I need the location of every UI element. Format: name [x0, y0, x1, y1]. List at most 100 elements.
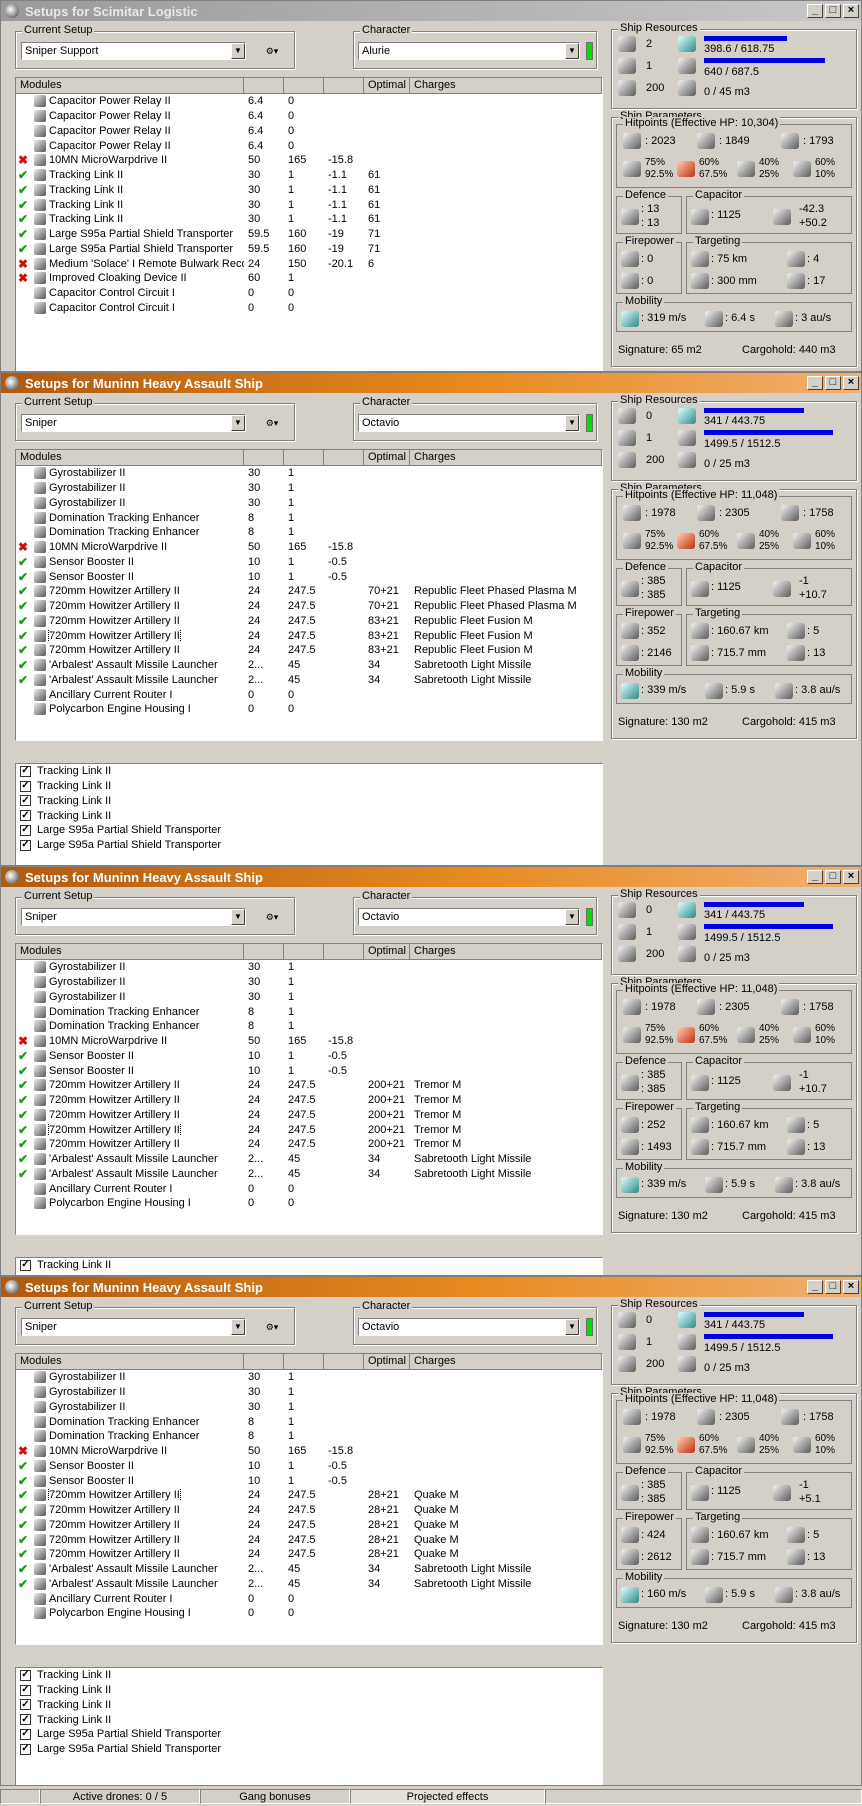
modules-header[interactable]: Modules — [16, 944, 244, 959]
charges-header[interactable]: Charges — [410, 944, 602, 959]
optimal-header[interactable]: Optimal — [364, 944, 410, 959]
chevron-down-icon[interactable]: ▼ — [231, 1319, 245, 1335]
setup-tools-icon[interactable]: ⚙▾ — [256, 414, 288, 432]
module-row[interactable]: Gyrostabilizer II 30 1 — [16, 1385, 602, 1400]
charges-header[interactable]: Charges — [410, 78, 602, 93]
chevron-down-icon[interactable]: ▼ — [231, 43, 245, 59]
check-icon[interactable]: ✔ — [16, 212, 30, 226]
check-icon[interactable]: ✔ — [16, 1577, 30, 1591]
module-row[interactable]: Polycarbon Engine Housing I 0 0 — [16, 1196, 602, 1211]
setup-tools-icon[interactable]: ⚙▾ — [256, 1318, 288, 1336]
checkbox[interactable]: ✓ — [20, 1669, 31, 1681]
module-row[interactable]: ✔ 720mm Howitzer Artillery II 24 247.5 70+21… — [16, 584, 602, 599]
module-row[interactable]: ✔ 720mm Howitzer Artillery II 24 247.5 200+2… — [16, 1093, 602, 1108]
checkbox[interactable]: ✓ — [20, 1259, 31, 1271]
module-row[interactable]: Gyrostabilizer II 30 1 — [16, 496, 602, 511]
minimize-button[interactable]: _ — [807, 4, 823, 18]
module-row[interactable]: ✔ 720mm Howitzer Artillery II 24 247.5 83+21… — [16, 614, 602, 629]
checkbox[interactable]: ✓ — [20, 1684, 31, 1696]
character-dropdown[interactable]: Octavio ▼ — [358, 414, 580, 432]
capacitor-header-icon[interactable] — [324, 450, 364, 465]
check-icon[interactable]: ✔ — [16, 1049, 30, 1063]
module-row[interactable]: ✔ Tracking Link II 30 1 -1.1 61 — [16, 168, 602, 183]
chevron-down-icon[interactable]: ▼ — [565, 909, 579, 925]
cpu-header-icon[interactable] — [244, 1354, 284, 1369]
check-icon[interactable]: ✔ — [16, 1078, 30, 1092]
projected-item[interactable]: ✓ Large S95a Partial Shield Transporter — [16, 1727, 602, 1742]
module-row[interactable]: Domination Tracking Enhancer 8 1 — [16, 1019, 602, 1034]
module-row[interactable]: ✔ Sensor Booster II 10 1 -0.5 — [16, 569, 602, 584]
projected-effects-tab[interactable]: Projected effects — [350, 1789, 545, 1804]
character-dropdown[interactable]: Octavio ▼ — [358, 908, 580, 926]
check-icon[interactable]: ✔ — [16, 1064, 30, 1078]
check-icon[interactable]: ✔ — [16, 1474, 30, 1488]
module-row[interactable]: Domination Tracking Enhancer 8 1 — [16, 510, 602, 525]
checkbox[interactable]: ✓ — [20, 824, 31, 836]
check-icon[interactable]: ✔ — [16, 584, 30, 598]
check-icon[interactable]: ✔ — [16, 168, 30, 182]
module-row[interactable]: ✔ 720mm Howitzer Artillery II 24 247.5 200+2… — [16, 1108, 602, 1123]
maximize-button[interactable]: □ — [825, 870, 841, 884]
module-row[interactable]: Capacitor Control Circuit I 0 0 — [16, 286, 602, 301]
chevron-down-icon[interactable]: ▼ — [565, 1319, 579, 1335]
modules-header[interactable]: Modules — [16, 78, 244, 93]
check-icon[interactable]: ✔ — [16, 1152, 30, 1166]
close-button[interactable]: × — [843, 1280, 859, 1294]
maximize-button[interactable]: □ — [825, 4, 841, 18]
cross-icon[interactable]: ✖ — [16, 271, 30, 285]
module-row[interactable]: ✔ Large S95a Partial Shield Transporter 59… — [16, 242, 602, 257]
check-icon[interactable]: ✔ — [16, 1093, 30, 1107]
setup-dropdown[interactable]: Sniper ▼ — [21, 1318, 246, 1336]
module-row[interactable]: Gyrostabilizer II 30 1 — [16, 975, 602, 990]
module-row[interactable]: ✖ Medium 'Solace' I Remote Bulwark Reco..… — [16, 256, 602, 271]
capacitor-header-icon[interactable] — [324, 1354, 364, 1369]
setup-tools-icon[interactable]: ⚙▾ — [256, 908, 288, 926]
modules-header[interactable]: Modules — [16, 1354, 244, 1369]
close-button[interactable]: × — [843, 376, 859, 390]
module-row[interactable]: Ancillary Current Router I 0 0 — [16, 687, 602, 702]
check-icon[interactable]: ✔ — [16, 643, 30, 657]
module-row[interactable]: ✔ Large S95a Partial Shield Transporter 59… — [16, 227, 602, 242]
close-button[interactable]: × — [843, 870, 859, 884]
module-row[interactable]: ✔ Sensor Booster II 10 1 -0.5 — [16, 1063, 602, 1078]
projected-item[interactable]: ✓ Tracking Link II — [16, 1258, 602, 1273]
check-icon[interactable]: ✔ — [16, 227, 30, 241]
module-row[interactable]: ✔ 'Arbalest' Assault Missile Launcher 2...… — [16, 1152, 602, 1167]
module-row[interactable]: ✔ 'Arbalest' Assault Missile Launcher 2...… — [16, 673, 602, 688]
module-row[interactable]: ✔ 720mm Howitzer Artillery II 24 247.5 28+21… — [16, 1488, 602, 1503]
powergrid-header-icon[interactable] — [284, 78, 324, 93]
modules-header[interactable]: Modules — [16, 450, 244, 465]
character-dropdown[interactable]: Octavio ▼ — [358, 1318, 580, 1336]
checkbox[interactable]: ✓ — [20, 1728, 31, 1740]
check-icon[interactable]: ✔ — [16, 614, 30, 628]
module-row[interactable]: ✔ 720mm Howitzer Artillery II 24 247.5 28+21… — [16, 1532, 602, 1547]
projected-item[interactable]: ✓ Large S95a Partial Shield Transporter — [16, 823, 602, 838]
check-icon[interactable]: ✔ — [16, 1518, 30, 1532]
check-icon[interactable]: ✔ — [16, 183, 30, 197]
check-icon[interactable]: ✔ — [16, 242, 30, 256]
check-icon[interactable]: ✔ — [16, 1503, 30, 1517]
module-row[interactable]: ✔ Sensor Booster II 10 1 -0.5 — [16, 1459, 602, 1474]
module-row[interactable]: Gyrostabilizer II 30 1 — [16, 1370, 602, 1385]
module-row[interactable]: ✔ 'Arbalest' Assault Missile Launcher 2...… — [16, 1562, 602, 1577]
module-row[interactable]: ✖ 10MN MicroWarpdrive II 50 165 -15.8 — [16, 1034, 602, 1049]
cpu-header-icon[interactable] — [244, 944, 284, 959]
minimize-button[interactable]: _ — [807, 1280, 823, 1294]
projected-item[interactable]: ✓ Tracking Link II — [16, 764, 602, 779]
module-row[interactable]: Polycarbon Engine Housing I 0 0 — [16, 1606, 602, 1621]
projected-item[interactable]: ✓ Tracking Link II — [16, 1668, 602, 1683]
module-row[interactable]: Gyrostabilizer II 30 1 — [16, 960, 602, 975]
module-row[interactable]: ✔ Tracking Link II 30 1 -1.1 61 — [16, 212, 602, 227]
check-icon[interactable]: ✔ — [16, 658, 30, 672]
module-row[interactable]: ✔ Tracking Link II 30 1 -1.1 61 — [16, 183, 602, 198]
check-icon[interactable]: ✔ — [16, 570, 30, 584]
module-row[interactable]: ✖ Improved Cloaking Device II 60 1 — [16, 271, 602, 286]
checkbox[interactable]: ✓ — [20, 1699, 31, 1711]
module-row[interactable]: ✔ 720mm Howitzer Artillery II 24 247.5 83+21… — [16, 643, 602, 658]
module-row[interactable]: Ancillary Current Router I 0 0 — [16, 1181, 602, 1196]
module-row[interactable]: Domination Tracking Enhancer 8 1 — [16, 525, 602, 540]
module-row[interactable]: Capacitor Power Relay II 6.4 0 — [16, 124, 602, 139]
module-row[interactable]: Domination Tracking Enhancer 8 1 — [16, 1429, 602, 1444]
projected-item[interactable]: ✓ Tracking Link II — [16, 1683, 602, 1698]
check-icon[interactable]: ✔ — [16, 1488, 30, 1502]
